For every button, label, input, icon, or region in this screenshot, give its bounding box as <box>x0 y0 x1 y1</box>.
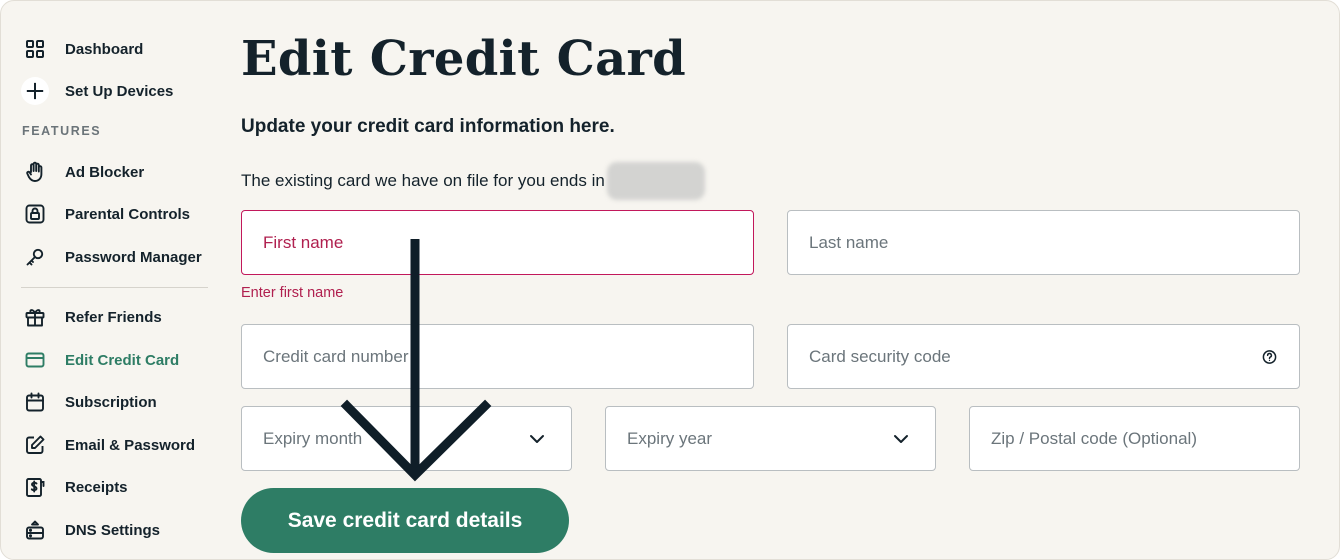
sidebar-item-refer-friends[interactable]: Refer Friends <box>21 301 162 333</box>
sidebar-item-set-up-devices[interactable]: Set Up Devices <box>21 75 173 107</box>
features-section-label: FEATURES <box>22 124 102 138</box>
lock-icon <box>21 200 49 228</box>
hand-icon <box>21 158 49 186</box>
security-code-field[interactable]: Card security code <box>787 324 1300 389</box>
sidebar-item-dns-settings[interactable]: DNS Settings <box>21 514 160 546</box>
sidebar-item-label: Edit Credit Card <box>65 351 180 369</box>
sidebar: Dashboard Set Up Devices FEATURES Ad Blo… <box>1 1 221 559</box>
sidebar-divider <box>21 287 208 288</box>
sidebar-item-parental-controls[interactable]: Parental Controls <box>21 198 190 230</box>
security-code-placeholder: Card security code <box>809 346 951 366</box>
sidebar-item-label: Parental Controls <box>65 205 191 223</box>
gift-icon <box>21 303 49 331</box>
sidebar-item-label: Email & Password <box>65 436 196 454</box>
last-name-field[interactable]: Last name <box>787 210 1300 275</box>
sidebar-item-label: Subscription <box>65 393 157 411</box>
sidebar-item-label: Refer Friends <box>65 308 162 326</box>
card-number-field[interactable]: Credit card number <box>241 324 754 389</box>
expiry-year-select[interactable]: Expiry year <box>605 406 936 471</box>
chevron-down-icon <box>893 434 909 444</box>
receipt-icon <box>21 473 49 501</box>
existing-card-note: The existing card we have on file for yo… <box>241 162 705 200</box>
sidebar-item-edit-credit-card[interactable]: Edit Credit Card <box>21 344 179 376</box>
page-title: Edit Credit Card <box>241 31 686 87</box>
grid-icon <box>21 35 49 63</box>
key-icon <box>21 243 49 271</box>
sidebar-item-label: Receipts <box>65 478 128 496</box>
expiry-month-select[interactable]: Expiry month <box>241 406 572 471</box>
sidebar-item-password-manager[interactable]: Password Manager <box>21 241 202 273</box>
help-icon[interactable] <box>1262 349 1277 364</box>
first-name-error: Enter first name <box>241 285 344 301</box>
sidebar-item-label: Set Up Devices <box>65 82 174 100</box>
page-subtitle: Update your credit card information here… <box>241 116 615 137</box>
edit-icon <box>21 431 49 459</box>
plus-icon <box>21 77 49 105</box>
existing-card-text: The existing card we have on file for yo… <box>241 171 605 190</box>
sidebar-item-dashboard[interactable]: Dashboard <box>21 33 143 65</box>
zip-code-placeholder: Zip / Postal code (Optional) <box>991 428 1197 448</box>
first-name-field[interactable]: First name <box>241 210 754 275</box>
expiry-year-placeholder: Expiry year <box>627 428 713 448</box>
sidebar-item-subscription[interactable]: Subscription <box>21 386 157 418</box>
calendar-icon <box>21 388 49 416</box>
sidebar-item-email-password[interactable]: Email & Password <box>21 429 195 461</box>
card-number-placeholder: Credit card number <box>263 346 409 366</box>
sidebar-item-receipts[interactable]: Receipts <box>21 471 128 503</box>
dns-icon <box>21 516 49 544</box>
zip-code-field[interactable]: Zip / Postal code (Optional) <box>969 406 1300 471</box>
app-frame: Dashboard Set Up Devices FEATURES Ad Blo… <box>0 0 1340 560</box>
first-name-placeholder: First name <box>263 232 344 252</box>
sidebar-item-label: Dashboard <box>65 40 144 58</box>
credit-card-icon <box>21 346 49 374</box>
chevron-down-icon <box>529 434 545 444</box>
redacted-card-digits <box>606 162 705 200</box>
expiry-month-placeholder: Expiry month <box>263 428 363 448</box>
sidebar-item-label: DNS Settings <box>65 521 161 539</box>
sidebar-item-label: Ad Blocker <box>65 163 145 181</box>
sidebar-item-ad-blocker[interactable]: Ad Blocker <box>21 156 144 188</box>
save-credit-card-button[interactable]: Save credit card details <box>241 488 569 553</box>
last-name-placeholder: Last name <box>809 232 889 252</box>
sidebar-item-label: Password Manager <box>65 248 202 266</box>
